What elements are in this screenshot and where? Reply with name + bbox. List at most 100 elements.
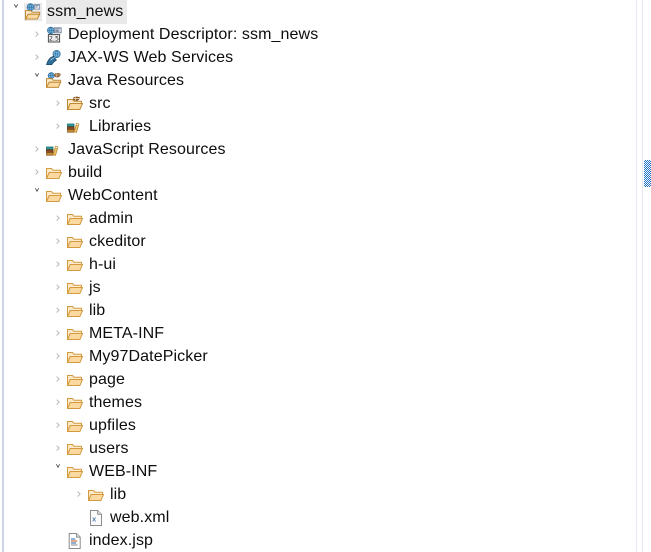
project-tree[interactable]: ˅ssm_news›2.5Deployment Descriptor: ssm_… xyxy=(0,0,636,552)
tree-row-label: META-INF xyxy=(89,322,167,345)
chevron-right-icon[interactable]: › xyxy=(50,414,66,437)
tree-row-label: themes xyxy=(89,391,145,414)
vertical-scrollbar-track[interactable] xyxy=(642,0,651,552)
folder-icon xyxy=(66,233,84,251)
folder-icon xyxy=(66,279,84,297)
scrollbar-gutter-rule xyxy=(636,0,637,552)
project-explorer-view: ˅ssm_news›2.5Deployment Descriptor: ssm_… xyxy=(0,0,651,552)
tree-row[interactable]: › admin xyxy=(0,207,636,230)
chevron-right-icon[interactable]: › xyxy=(29,138,45,161)
chevron-right-icon[interactable]: › xyxy=(50,391,66,414)
folder-icon xyxy=(45,164,63,182)
tree-row[interactable]: › src xyxy=(0,92,636,115)
tree-twisty-spacer xyxy=(71,506,87,529)
tree-row[interactable]: › build xyxy=(0,161,636,184)
tree-twisty-spacer xyxy=(50,529,66,552)
tree-row-label: JavaScript Resources xyxy=(68,138,229,161)
java-resources-icon xyxy=(45,72,63,90)
tree-row-label: ckeditor xyxy=(89,230,149,253)
tree-row[interactable]: › page xyxy=(0,368,636,391)
tree-row-label: Libraries xyxy=(89,115,154,138)
source-folder-icon xyxy=(66,95,84,113)
svg-text:x: x xyxy=(92,514,97,523)
chevron-right-icon[interactable]: › xyxy=(50,322,66,345)
chevron-right-icon[interactable]: › xyxy=(50,253,66,276)
tree-row-label: My97DatePicker xyxy=(89,345,211,368)
tree-row[interactable]: › upfiles xyxy=(0,414,636,437)
deployment-descriptor-icon: 2.5 xyxy=(45,26,63,44)
tree-row-label: js xyxy=(89,276,104,299)
chevron-right-icon[interactable]: › xyxy=(50,345,66,368)
folder-icon xyxy=(66,348,84,366)
chevron-right-icon[interactable]: › xyxy=(71,483,87,506)
tree-row[interactable]: › js xyxy=(0,276,636,299)
chevron-right-icon[interactable]: › xyxy=(50,92,66,115)
tree-row[interactable]: › JavaScript Resources xyxy=(0,138,636,161)
tree-row[interactable]: › My97DatePicker xyxy=(0,345,636,368)
chevron-right-icon[interactable]: › xyxy=(29,161,45,184)
tree-row-label: WEB-INF xyxy=(89,460,160,483)
tree-row[interactable]: › ckeditor xyxy=(0,230,636,253)
folder-icon xyxy=(45,187,63,205)
tree-row[interactable]: › 2.5 Deployment Descriptor: ssm_news xyxy=(0,23,636,46)
tree-row-label: h-ui xyxy=(89,253,119,276)
tree-row-label: index.jsp xyxy=(89,529,156,552)
chevron-right-icon[interactable]: › xyxy=(29,23,45,46)
folder-icon xyxy=(66,210,84,228)
tree-row[interactable]: x web.xml xyxy=(0,506,636,529)
tree-row[interactable]: ˅ WEB-INF xyxy=(0,460,636,483)
tree-row-label: Java Resources xyxy=(68,69,187,92)
tree-row[interactable]: › users xyxy=(0,437,636,460)
chevron-right-icon[interactable]: › xyxy=(50,437,66,460)
vertical-scrollbar-thumb[interactable] xyxy=(644,160,651,187)
tree-row[interactable]: ›lib xyxy=(0,299,636,322)
tree-row-label: web.xml xyxy=(110,506,172,529)
tree-row-label: ssm_news xyxy=(47,0,126,23)
folder-icon xyxy=(66,325,84,343)
tree-row-label: JAX-WS Web Services xyxy=(68,46,236,69)
libraries-icon xyxy=(45,141,63,159)
tree-row-label: build xyxy=(68,161,105,184)
chevron-down-icon[interactable]: ˅ xyxy=(8,0,24,23)
libraries-icon xyxy=(66,118,84,136)
chevron-right-icon[interactable]: › xyxy=(50,299,66,322)
tree-row[interactable]: ˅ ssm_news xyxy=(0,0,636,23)
folder-icon xyxy=(66,440,84,458)
tree-row-label: upfiles xyxy=(89,414,139,437)
jsp-file-icon xyxy=(66,532,84,550)
chevron-right-icon[interactable]: › xyxy=(50,276,66,299)
folder-icon xyxy=(66,371,84,389)
chevron-right-icon[interactable]: › xyxy=(29,46,45,69)
folder-icon xyxy=(66,256,84,274)
tree-row[interactable]: › themes xyxy=(0,391,636,414)
tree-row-label: WebContent xyxy=(68,184,161,207)
folder-icon xyxy=(66,417,84,435)
tree-row[interactable]: › lib xyxy=(0,483,636,506)
chevron-right-icon[interactable]: › xyxy=(50,368,66,391)
folder-icon xyxy=(66,302,84,320)
tree-row[interactable]: ˅ WebContent xyxy=(0,184,636,207)
xml-file-icon: x xyxy=(87,509,105,527)
tree-row-label: admin xyxy=(89,207,136,230)
folder-icon xyxy=(66,463,84,481)
svg-text:2.5: 2.5 xyxy=(49,35,59,42)
tree-row[interactable]: › Libraries xyxy=(0,115,636,138)
tree-row[interactable]: › META-INF xyxy=(0,322,636,345)
tree-row-label: lib xyxy=(110,483,129,506)
chevron-down-icon[interactable]: ˅ xyxy=(50,460,66,483)
tree-row-label: users xyxy=(89,437,132,460)
tree-row[interactable]: › h-ui xyxy=(0,253,636,276)
folder-icon xyxy=(87,486,105,504)
chevron-down-icon[interactable]: ˅ xyxy=(29,184,45,207)
tree-row[interactable]: ˅ Java Resources xyxy=(0,69,636,92)
tree-row-label: page xyxy=(89,368,128,391)
chevron-right-icon[interactable]: › xyxy=(50,115,66,138)
chevron-down-icon[interactable]: ˅ xyxy=(29,69,45,92)
chevron-right-icon[interactable]: › xyxy=(50,207,66,230)
web-project-icon xyxy=(24,3,42,21)
tree-row-label: src xyxy=(89,92,114,115)
tree-row[interactable]: index.jsp xyxy=(0,529,636,552)
tree-row[interactable]: › JAX-WS Web Services xyxy=(0,46,636,69)
tree-row-label: Deployment Descriptor: ssm_news xyxy=(68,23,321,46)
chevron-right-icon[interactable]: › xyxy=(50,230,66,253)
